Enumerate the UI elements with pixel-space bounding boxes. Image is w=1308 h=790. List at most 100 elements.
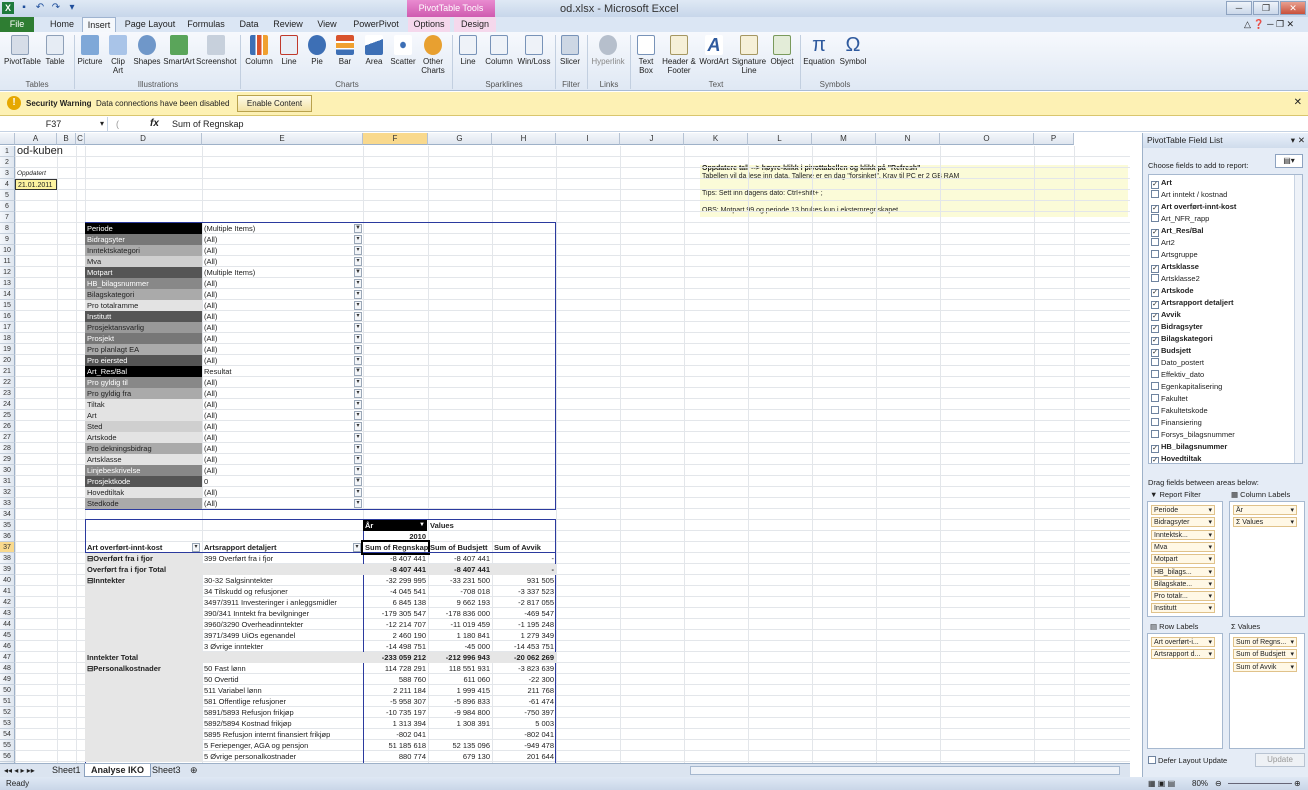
filter-field-value[interactable]: (All): [202, 311, 363, 322]
checkbox[interactable]: ✓: [1151, 181, 1159, 189]
dropdown-arrow-icon[interactable]: ▾: [354, 466, 362, 475]
pivot-value-cell[interactable]: -3 823 639: [492, 663, 556, 674]
filter-field-value[interactable]: (Multiple Items): [202, 267, 363, 278]
pivot-value-cell[interactable]: -802 041: [363, 729, 428, 740]
pivot-row-sublabel[interactable]: 5895 Refusjon internt finansiert frikjøp: [202, 729, 363, 740]
filter-active-icon[interactable]: ▼: [354, 477, 362, 486]
pivot-value-cell[interactable]: -179 305 547: [363, 608, 428, 619]
dropdown-arrow-icon[interactable]: ▾: [353, 543, 361, 552]
field-item[interactable]: Artsgruppe: [1151, 249, 1198, 261]
filter-field-value[interactable]: (All): [202, 289, 363, 300]
pivot-row-sublabel[interactable]: 34 Tilskudd og refusjoner: [202, 586, 363, 597]
pivot-value-cell[interactable]: 52 135 096: [428, 740, 492, 751]
save-icon[interactable]: ▪: [18, 2, 30, 14]
pivot-value-cell[interactable]: 6 845 138: [363, 597, 428, 608]
pivottable-button[interactable]: PivotTable: [4, 35, 41, 66]
pivot-row-sublabel[interactable]: 399 Overført fra i fjor: [202, 553, 363, 564]
pivot-row-label[interactable]: [85, 674, 202, 685]
dropdown-arrow-icon[interactable]: ▾: [354, 422, 362, 431]
filter-field-value[interactable]: (All): [202, 399, 363, 410]
filter-field-value[interactable]: (All): [202, 432, 363, 443]
filter-field-value[interactable]: (All): [202, 443, 363, 454]
field-item[interactable]: Fakultetskode: [1151, 405, 1208, 417]
object-button[interactable]: Object: [768, 35, 796, 66]
other-charts-button[interactable]: Other Charts: [419, 35, 447, 75]
pivot-value-cell[interactable]: -9 984 800: [428, 707, 492, 718]
checkbox[interactable]: ✓: [1151, 229, 1159, 237]
pivot-value-cell[interactable]: -2 817 055: [492, 597, 556, 608]
row-header[interactable]: 13: [0, 278, 15, 289]
pivot-value-cell[interactable]: -178 836 000: [428, 608, 492, 619]
row-header[interactable]: 46: [0, 641, 15, 652]
row-header[interactable]: 14: [0, 289, 15, 300]
filter-chip[interactable]: Institutt: [1151, 603, 1215, 614]
checkbox[interactable]: ✓: [1151, 205, 1159, 213]
checkbox[interactable]: [1151, 382, 1159, 390]
pivot-value-cell[interactable]: 5 003: [492, 718, 556, 729]
update-button[interactable]: Update: [1255, 753, 1305, 767]
pivot-value-cell[interactable]: 9 662 193: [428, 597, 492, 608]
pivot-value-cell[interactable]: 118 551 931: [428, 663, 492, 674]
dropdown-arrow-icon[interactable]: ▾: [354, 334, 362, 343]
row-header[interactable]: 34: [0, 509, 15, 520]
row-header[interactable]: 28: [0, 443, 15, 454]
pivot-value-cell[interactable]: 51 185 618: [363, 740, 428, 751]
row-header[interactable]: 42: [0, 597, 15, 608]
pivot-value-cell[interactable]: 211 768: [492, 685, 556, 696]
pivot-row-sublabel[interactable]: 5 Øvrige personalkostnader: [202, 751, 363, 762]
pivot-row-sublabel[interactable]: 3497/3911 Investeringer i anleggsmidler: [202, 597, 363, 608]
shapes-button[interactable]: Shapes: [132, 35, 162, 66]
pivot-row-sublabel[interactable]: 3 Øvrige inntekter: [202, 641, 363, 652]
row-header[interactable]: 17: [0, 322, 15, 333]
pivot-row-label[interactable]: [85, 740, 202, 751]
pivot-value-cell[interactable]: -708 018: [428, 586, 492, 597]
column-header-i[interactable]: I: [556, 133, 620, 145]
restore-button[interactable]: ❐: [1253, 1, 1279, 15]
pivot-row-sublabel[interactable]: 5892/5894 Kostnad frikjøp: [202, 718, 363, 729]
pivot-row-sublabel[interactable]: 50 Overtid: [202, 674, 363, 685]
row-header[interactable]: 15: [0, 300, 15, 311]
pivot-row-sublabel[interactable]: 30-32 Salgsinntekter: [202, 575, 363, 586]
filter-active-icon[interactable]: ▼: [354, 268, 362, 277]
column-chip[interactable]: Σ Values: [1233, 517, 1297, 528]
checkbox[interactable]: [1151, 190, 1159, 198]
filter-chip[interactable]: Periode: [1151, 505, 1215, 515]
checkbox[interactable]: [1151, 418, 1159, 426]
row-header[interactable]: 4: [0, 179, 15, 190]
filter-field-value[interactable]: (All): [202, 465, 363, 476]
checkbox[interactable]: [1151, 250, 1159, 258]
pivot-value-cell[interactable]: -22 300: [492, 674, 556, 685]
checkbox[interactable]: ✓: [1151, 349, 1159, 357]
pivot-value-cell[interactable]: -: [492, 553, 556, 564]
wordart-button[interactable]: A WordArt: [698, 35, 730, 66]
dropdown-arrow-icon[interactable]: ▾: [354, 235, 362, 244]
sheet-tab-sheet1[interactable]: Sheet1: [46, 764, 87, 777]
pivot-value-cell[interactable]: -469 547: [492, 608, 556, 619]
checkbox[interactable]: ✓: [1151, 445, 1159, 453]
layout-options-button[interactable]: ▤▾: [1275, 154, 1303, 168]
tab-home[interactable]: Home: [44, 17, 80, 32]
checkbox[interactable]: [1151, 238, 1159, 246]
filter-field-value[interactable]: (All): [202, 322, 363, 333]
dropdown-arrow-icon[interactable]: ▾: [354, 246, 362, 255]
pivot-values-label[interactable]: Values: [428, 520, 492, 531]
pivot-value-cell[interactable]: -20 062 269: [492, 652, 556, 663]
close-button[interactable]: ✕: [1280, 1, 1306, 15]
row-chip[interactable]: Art overført-i...: [1151, 637, 1215, 647]
pivot-value-cell[interactable]: 1 308 391: [428, 718, 492, 729]
pivot-row-sublabel[interactable]: 511 Variabel lønn: [202, 685, 363, 696]
horizontal-scrollbar[interactable]: [690, 766, 1120, 775]
row-header[interactable]: 26: [0, 421, 15, 432]
pivot-value-cell[interactable]: -5 958 307: [363, 696, 428, 707]
sparkline-line-button[interactable]: Line: [455, 35, 481, 66]
picture-button[interactable]: Picture: [76, 35, 104, 66]
zoom-slider[interactable]: [1228, 783, 1292, 784]
filter-field-value[interactable]: (All): [202, 454, 363, 465]
pivot-value-header[interactable]: Sum of Budsjett: [428, 542, 492, 553]
field-item[interactable]: Egenkapitalisering: [1151, 381, 1222, 393]
dropdown-arrow-icon[interactable]: ▾: [354, 356, 362, 365]
pivot-value-cell[interactable]: 201 644: [492, 751, 556, 762]
pivot-row-label[interactable]: Overført fra i fjor Total: [85, 564, 363, 575]
tab-options[interactable]: Options: [408, 17, 450, 32]
report-filter-zone[interactable]: Periode BidragsyterInntektsk...Mva Motpart…: [1147, 501, 1223, 617]
